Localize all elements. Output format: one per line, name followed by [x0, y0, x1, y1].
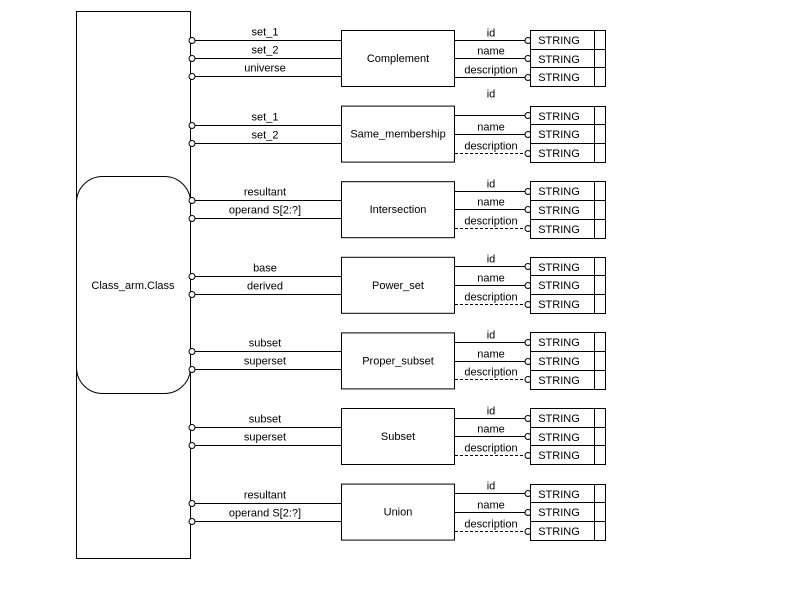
string-type-label: STRING	[538, 526, 580, 538]
attribute-label: id	[487, 406, 496, 418]
relationship-end-circle-icon	[188, 37, 196, 44]
relationship-label: superset	[244, 432, 286, 444]
relationship-label: superset	[244, 356, 286, 368]
string-type-label: STRING	[538, 280, 580, 292]
string-type-label: STRING	[538, 413, 580, 425]
attribute-label: description	[464, 519, 517, 531]
attribute-label: name	[477, 46, 505, 58]
relationship-label: set_1	[252, 112, 279, 124]
string-type-label: STRING	[538, 186, 580, 198]
entity-name: Subset	[381, 431, 415, 443]
relationship-end-circle-icon	[188, 122, 196, 129]
attribute-label: name	[477, 197, 505, 209]
attribute-label: description	[464, 216, 517, 228]
string-type-label: STRING	[538, 72, 580, 84]
relationship-end-circle-icon	[188, 442, 196, 449]
attribute-label: id	[487, 28, 496, 40]
attribute-label: description	[464, 443, 517, 455]
relationship-label: set_2	[252, 45, 279, 57]
entity-group: Same_membership set_1 set_2 id STRING name STR…	[188, 89, 606, 163]
relationship-label: operand S[2:?]	[229, 508, 301, 520]
attribute-label: description	[464, 65, 517, 77]
relationship-end-circle-icon	[188, 73, 196, 80]
attribute-label: description	[464, 367, 517, 379]
entity-name: Same_membership	[350, 129, 445, 141]
attribute-label: name	[477, 500, 505, 512]
string-type-label: STRING	[538, 375, 580, 387]
entity-name: Proper_subset	[362, 355, 434, 367]
relationship-end-circle-icon	[188, 273, 196, 280]
relationship-label: resultant	[244, 490, 286, 502]
relationship-label: base	[253, 263, 277, 275]
attribute-label: description	[464, 141, 517, 153]
relationship-end-circle-icon	[188, 197, 196, 204]
relationship-end-circle-icon	[188, 291, 196, 298]
express-g-diagram: Class_arm.Class Complementset_1set_2univ…	[76, 11, 606, 559]
relationship-end-circle-icon	[188, 55, 196, 62]
relationship-label: set_1	[252, 27, 279, 39]
string-type-label: STRING	[538, 299, 580, 311]
attribute-label: id	[487, 89, 496, 101]
attribute-label: id	[487, 330, 496, 342]
entity-group: Power_set base derived id STRING name STRING de…	[188, 254, 606, 314]
string-type-label: STRING	[538, 507, 580, 519]
string-type-label: STRING	[538, 489, 580, 501]
relationship-label: subset	[249, 414, 281, 426]
string-type-label: STRING	[538, 205, 580, 217]
class-arm-class-label: Class_arm.Class	[91, 280, 175, 292]
entity-name: Union	[384, 507, 413, 519]
relationship-end-circle-icon	[188, 215, 196, 222]
relationship-label: subset	[249, 338, 281, 350]
entity-name: Intersection	[370, 204, 427, 216]
string-type-label: STRING	[538, 356, 580, 368]
string-type-label: STRING	[538, 129, 580, 141]
string-type-label: STRING	[538, 262, 580, 274]
entity-name: Complement	[367, 53, 429, 65]
entity-group: Subset subset superset id STRING name STRING de…	[188, 406, 606, 465]
attribute-label: name	[477, 122, 505, 134]
entity-group: Intersection resultant operand S[2:?] id STR…	[188, 179, 606, 239]
relationship-end-circle-icon	[188, 140, 196, 147]
relationship-end-circle-icon	[188, 518, 196, 525]
relationship-end-circle-icon	[188, 500, 196, 507]
relationship-label: resultant	[244, 187, 286, 199]
string-type-label: STRING	[538, 35, 580, 47]
attribute-label: id	[487, 254, 496, 266]
string-type-label: STRING	[538, 450, 580, 462]
entity-group: Complement set_1 set_2 universe id STRING name…	[188, 27, 606, 87]
string-type-label: STRING	[538, 224, 580, 236]
attribute-label: description	[464, 292, 517, 304]
relationship-label: derived	[247, 281, 283, 293]
entity-name: Power_set	[372, 280, 424, 292]
attribute-label: name	[477, 349, 505, 361]
entity-group: Union resultant operand S[2:?] id STRING name…	[188, 481, 606, 541]
entity-group: Proper_subset subset superset id STRING name S…	[188, 330, 606, 390]
attribute-label: id	[487, 481, 496, 493]
relationship-end-circle-icon	[188, 424, 196, 431]
relationship-label: operand S[2:?]	[229, 205, 301, 217]
relationship-label: set_2	[252, 130, 279, 142]
string-type-label: STRING	[538, 337, 580, 349]
string-type-label: STRING	[538, 148, 580, 160]
relationship-end-circle-icon	[188, 366, 196, 373]
attribute-label: id	[487, 179, 496, 191]
attribute-label: name	[477, 273, 505, 285]
attribute-label: name	[477, 424, 505, 436]
relationship-label: universe	[244, 63, 286, 75]
string-type-label: STRING	[538, 432, 580, 444]
string-type-label: STRING	[538, 54, 580, 66]
relationship-end-circle-icon	[188, 348, 196, 355]
string-type-label: STRING	[538, 111, 580, 123]
